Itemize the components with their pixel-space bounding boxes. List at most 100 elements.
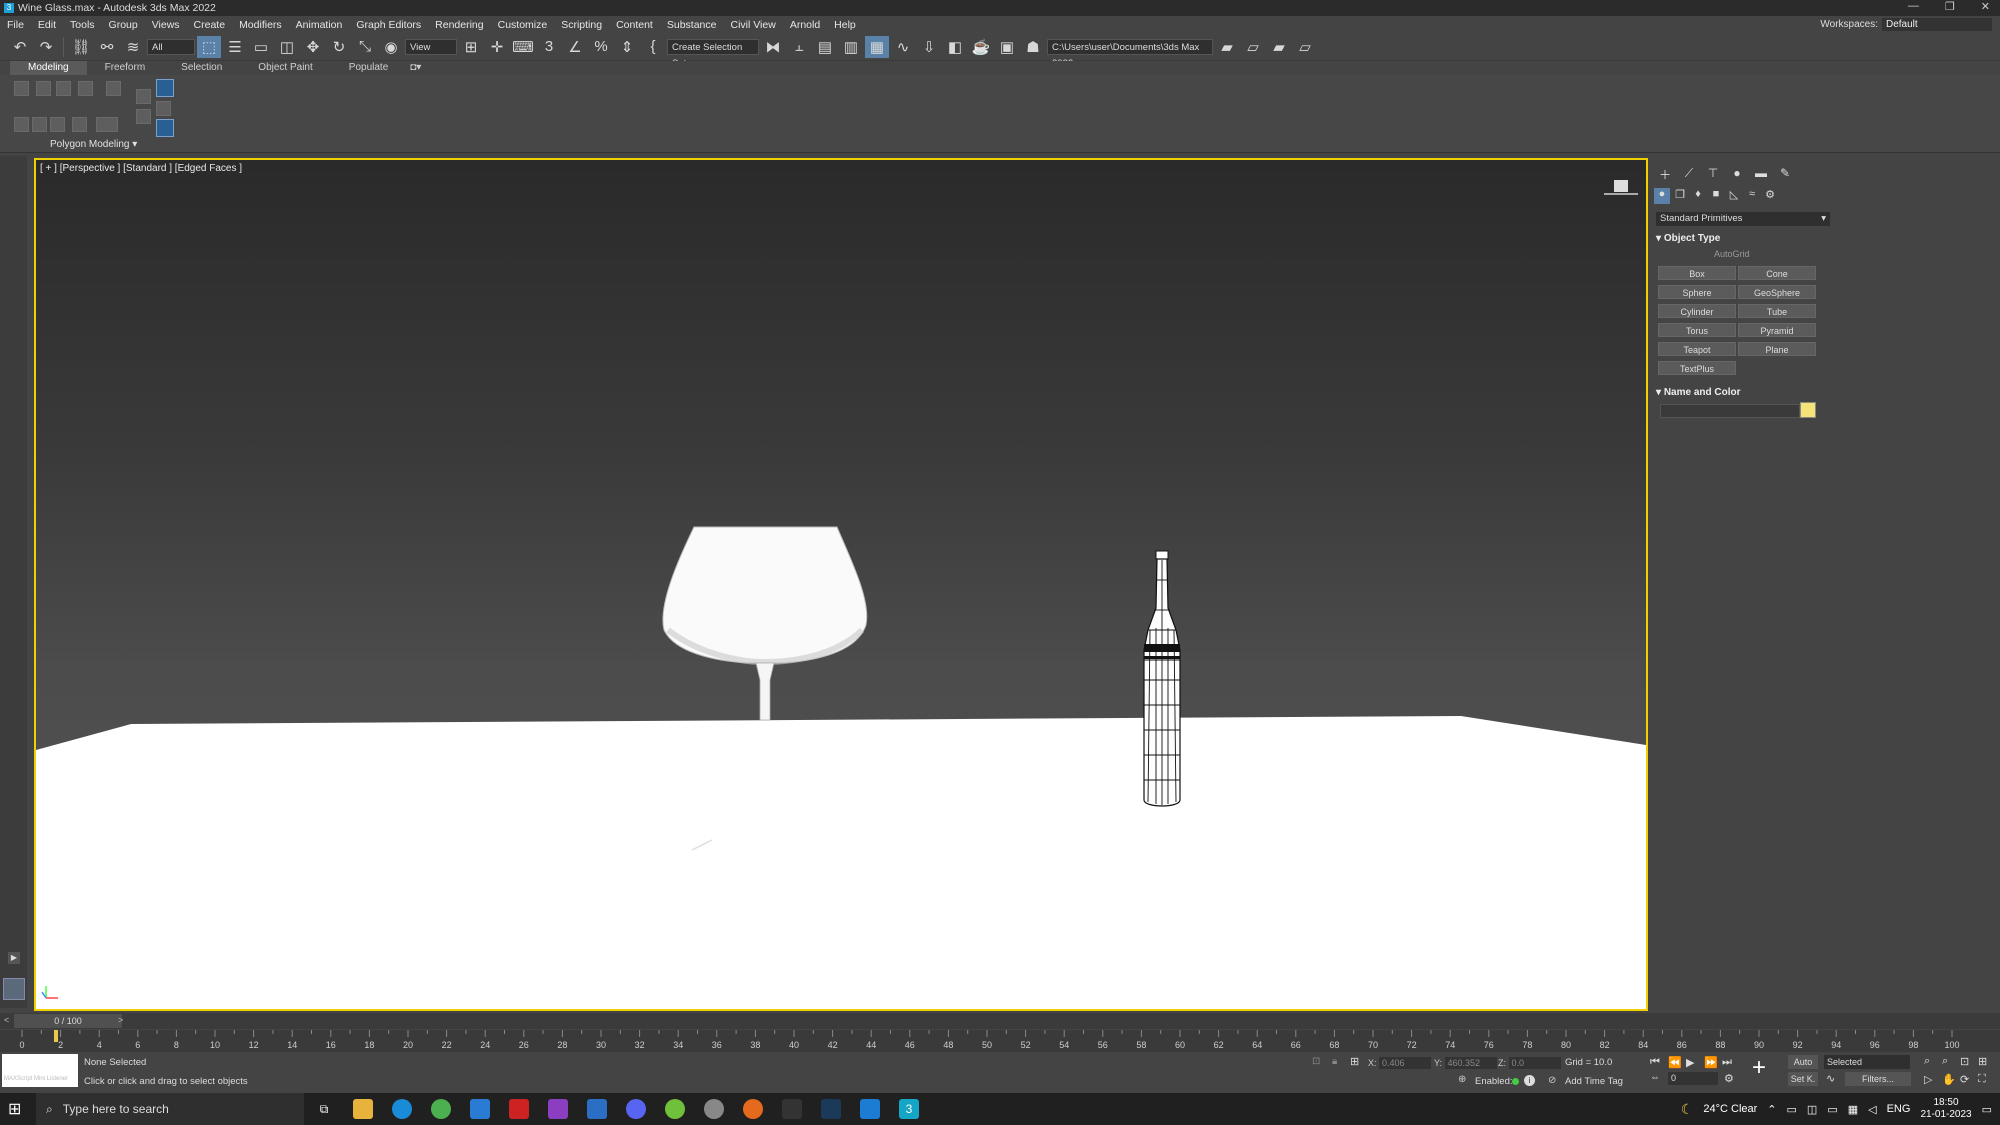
project-create-icon[interactable]: ▰: [1267, 36, 1291, 58]
tab-populate[interactable]: Populate: [331, 61, 406, 75]
polygon-modeling-label[interactable]: Polygon Modeling ▾: [50, 139, 137, 150]
poly-tool-icon[interactable]: [156, 101, 171, 116]
tab-modeling[interactable]: Modeling: [10, 61, 87, 75]
menu-rendering[interactable]: Rendering: [428, 19, 490, 31]
network-icon[interactable]: ▦: [1848, 1103, 1858, 1116]
maximize-viewport-icon[interactable]: ⛶: [1978, 1073, 1986, 1086]
object-color-swatch[interactable]: [1800, 402, 1816, 418]
link-icon[interactable]: ⛓: [69, 36, 93, 58]
time-tag-icon[interactable]: ⊘: [1548, 1075, 1556, 1086]
viewport-layout-thumb[interactable]: [3, 978, 25, 1000]
tray-app-icon[interactable]: ◫: [1807, 1103, 1817, 1116]
time-slider-thumb[interactable]: 0 / 100: [14, 1014, 122, 1028]
mirror-icon[interactable]: ⧓: [761, 36, 785, 58]
restore-button[interactable]: ❐: [1945, 0, 1955, 13]
key-filter-icon[interactable]: ∿: [1826, 1072, 1835, 1085]
cone-button[interactable]: Cone: [1738, 266, 1816, 280]
poly-tool-icon[interactable]: [136, 109, 151, 124]
redo-icon[interactable]: ↷: [34, 36, 58, 58]
poly-tool-icon[interactable]: [136, 89, 151, 104]
auto-key-button[interactable]: Auto: [1788, 1055, 1818, 1069]
motion-tab-icon[interactable]: ●: [1728, 166, 1746, 182]
display-tab-icon[interactable]: ▬: [1752, 166, 1770, 182]
reference-coord-dropdown[interactable]: View: [405, 38, 457, 55]
utilities-tab-icon[interactable]: ✎: [1776, 166, 1794, 182]
minimize-button[interactable]: —: [1908, 0, 1919, 13]
app-green-icon[interactable]: [665, 1099, 685, 1119]
modify-tab-icon[interactable]: ⟋: [1680, 166, 1698, 182]
current-frame-marker[interactable]: [54, 1030, 58, 1042]
tray-chevron-up-icon[interactable]: ⌃: [1767, 1103, 1776, 1116]
rendered-frame-icon[interactable]: ▣: [995, 36, 1019, 58]
menu-file[interactable]: File: [0, 19, 31, 31]
menu-content[interactable]: Content: [609, 19, 660, 31]
object-type-rollout[interactable]: ▾ Object Type: [1656, 232, 1830, 246]
poly-tool-icon[interactable]: [14, 81, 29, 96]
track-bar[interactable]: 0 2 4 6 8 10 12 14 16 18 20 22 24 26 28 30 32 34 36 38 40 42 4…: [0, 1030, 2000, 1052]
volume-icon[interactable]: ◁: [1868, 1103, 1876, 1116]
zoom-extents-icon[interactable]: ⊡: [1960, 1055, 1969, 1068]
pan-icon[interactable]: ✋: [1942, 1073, 1956, 1086]
menu-customize[interactable]: Customize: [491, 19, 555, 31]
render-production-icon[interactable]: ☗: [1021, 36, 1045, 58]
menu-animation[interactable]: Animation: [289, 19, 350, 31]
isolate-icon[interactable]: ⊡: [1312, 1056, 1320, 1067]
teapot-button[interactable]: Teapot: [1658, 342, 1736, 356]
menu-arnold[interactable]: Arnold: [783, 19, 827, 31]
poly-tool-icon[interactable]: [96, 117, 118, 132]
spinner-snap-icon[interactable]: ⇕: [615, 36, 639, 58]
add-time-tag[interactable]: Add Time Tag: [1565, 1076, 1623, 1087]
orbit-icon[interactable]: ⟳: [1960, 1073, 1969, 1086]
project-open-icon[interactable]: ▱: [1241, 36, 1265, 58]
sphere-button[interactable]: Sphere: [1658, 285, 1736, 299]
create-tab-icon[interactable]: ＋: [1656, 166, 1674, 182]
curve-editor-icon[interactable]: ∿: [891, 36, 915, 58]
info-icon[interactable]: i: [1524, 1075, 1535, 1086]
app-red-icon[interactable]: [509, 1099, 529, 1119]
vscode-icon[interactable]: [860, 1099, 880, 1119]
menu-graph-editors[interactable]: Graph Editors: [349, 19, 428, 31]
poly-tool-icon[interactable]: [72, 117, 87, 132]
viewport-label[interactable]: [ + ] [Perspective ] [Standard ] [Edged …: [40, 163, 242, 174]
bind-spacewarp-icon[interactable]: ≋: [121, 36, 145, 58]
ribbon-toggle-icon[interactable]: ▦: [865, 35, 889, 58]
name-color-rollout[interactable]: ▾ Name and Color: [1656, 386, 1830, 400]
poly-tool-icon[interactable]: [78, 81, 93, 96]
hierarchy-tab-icon[interactable]: ⊤: [1704, 166, 1722, 182]
poly-edge-icon[interactable]: [156, 119, 174, 137]
helpers-icon[interactable]: ◺: [1726, 188, 1742, 204]
systems-icon[interactable]: ⚙: [1762, 188, 1778, 204]
time-slider[interactable]: < 0 / 100 >: [0, 1013, 2000, 1029]
transform-mode-icon[interactable]: ⊞: [1350, 1055, 1359, 1068]
key-mode-icon[interactable]: ⇔: [1650, 1072, 1660, 1083]
task-view-icon[interactable]: ⧉: [314, 1099, 334, 1119]
close-button[interactable]: ✕: [1981, 0, 1990, 13]
pivot-center-icon[interactable]: ⊞: [459, 36, 483, 58]
perspective-viewport[interactable]: [ + ] [Perspective ] [Standard ] [Edged …: [34, 158, 1648, 1011]
poly-tool-icon[interactable]: [56, 81, 71, 96]
poly-tool-icon[interactable]: [106, 81, 121, 96]
geometry-icon[interactable]: ●: [1654, 188, 1670, 204]
geosphere-button[interactable]: GeoSphere: [1738, 285, 1816, 299]
key-selection-dropdown[interactable]: Selected: [1824, 1055, 1910, 1069]
menu-civil-view[interactable]: Civil View: [723, 19, 782, 31]
set-key-button[interactable]: Set K.: [1788, 1072, 1818, 1086]
enabled-indicator-icon[interactable]: [1512, 1078, 1519, 1085]
box-button[interactable]: Box: [1658, 266, 1736, 280]
zoom-all-icon[interactable]: ⌕: [1942, 1055, 1948, 1068]
app-orange-icon[interactable]: [743, 1099, 763, 1119]
x-coord-field[interactable]: 0.406: [1379, 1057, 1432, 1069]
scale-icon[interactable]: ⤡: [353, 36, 377, 58]
zoom-icon[interactable]: ⌕: [1924, 1055, 1930, 1068]
pyramid-button[interactable]: Pyramid: [1738, 323, 1816, 337]
ribbon-options-icon[interactable]: ◘▾: [406, 61, 425, 75]
poly-tool-icon[interactable]: [36, 81, 51, 96]
file-explorer-icon[interactable]: [353, 1099, 373, 1119]
cylinder-button[interactable]: Cylinder: [1658, 304, 1736, 318]
tray-app-icon[interactable]: ▭: [1787, 1103, 1797, 1116]
epic-games-icon[interactable]: [782, 1099, 802, 1119]
spacewarps-icon[interactable]: ≈: [1744, 188, 1760, 204]
rotate-icon[interactable]: ↻: [327, 36, 351, 58]
menu-modifiers[interactable]: Modifiers: [232, 19, 289, 31]
placement-icon[interactable]: ◉: [379, 36, 403, 58]
